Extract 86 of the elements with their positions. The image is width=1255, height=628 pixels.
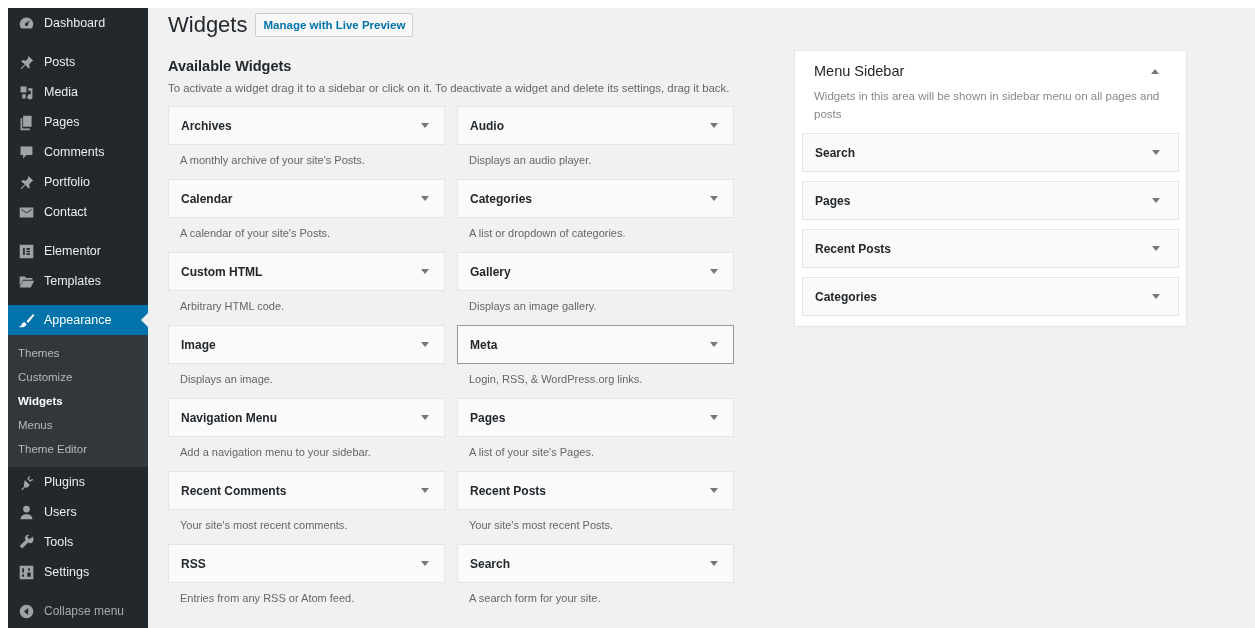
menu-item[interactable]: Elementor bbox=[8, 236, 148, 266]
widget-bar[interactable]: Image bbox=[168, 325, 445, 364]
widget-description: Displays an image. bbox=[179, 372, 274, 385]
widget-description: A list or dropdown of categories. bbox=[468, 226, 627, 239]
caret-icon[interactable] bbox=[710, 123, 718, 128]
menu-item[interactable]: Comments bbox=[8, 137, 148, 167]
widget-bar[interactable]: Recent Posts bbox=[802, 229, 1179, 268]
caret-icon[interactable] bbox=[1152, 150, 1160, 155]
menu-item[interactable]: Templates bbox=[8, 266, 148, 296]
caret-icon[interactable] bbox=[421, 342, 429, 347]
sidebar-description: Widgets in this area will be shown in sidebar menu on all pages and posts bbox=[814, 89, 1161, 122]
pin-icon bbox=[18, 173, 35, 191]
widget-bar[interactable]: Recent Comments bbox=[168, 471, 445, 510]
menu-item[interactable]: Tools bbox=[8, 527, 148, 557]
wrench-icon bbox=[18, 533, 35, 551]
caret-icon[interactable] bbox=[1152, 294, 1160, 299]
menu-item[interactable]: Media bbox=[8, 77, 148, 107]
widget-bar[interactable]: Categories bbox=[457, 179, 734, 218]
widget-description: Add a navigation menu to your sidebar. bbox=[179, 445, 372, 458]
collapse-menu-button[interactable]: Collapse menu bbox=[8, 596, 148, 626]
widget-bar[interactable]: RSS bbox=[168, 544, 445, 583]
submenu-item[interactable]: Customize bbox=[8, 365, 148, 389]
widget-bar[interactable]: Navigation Menu bbox=[168, 398, 445, 437]
widget-description: Displays an image gallery. bbox=[468, 299, 598, 312]
circle-arrow-icon bbox=[18, 602, 35, 620]
section-heading: Available Widgets bbox=[168, 58, 293, 74]
widget-description: Entries from any RSS or Atom feed. bbox=[179, 591, 356, 604]
submenu-item[interactable]: Widgets bbox=[8, 389, 148, 413]
widget-bar[interactable]: Search bbox=[457, 544, 734, 583]
menu-item[interactable]: Contact bbox=[8, 197, 148, 227]
caret-icon[interactable] bbox=[710, 269, 718, 274]
menu-pointer-icon bbox=[141, 313, 148, 327]
caret-icon[interactable] bbox=[710, 488, 718, 493]
settings-icon bbox=[18, 563, 35, 581]
menu-item[interactable]: Pages bbox=[8, 107, 148, 137]
person-icon bbox=[18, 503, 35, 521]
page-title: Widgets bbox=[168, 12, 248, 38]
widget-bar[interactable]: Pages bbox=[457, 398, 734, 437]
widget-bar[interactable]: Custom HTML bbox=[168, 252, 445, 291]
caret-icon[interactable] bbox=[421, 488, 429, 493]
widget-description: Your site's most recent comments. bbox=[179, 518, 349, 531]
caret-icon[interactable] bbox=[421, 196, 429, 201]
widget-bar[interactable]: Gallery bbox=[457, 252, 734, 291]
menu-item[interactable]: Plugins bbox=[8, 467, 148, 497]
caret-icon[interactable] bbox=[421, 269, 429, 274]
menu-item[interactable]: Appearance bbox=[8, 305, 148, 335]
caret-icon[interactable] bbox=[1152, 246, 1160, 251]
caret-icon[interactable] bbox=[421, 123, 429, 128]
menu-item[interactable]: Settings bbox=[8, 557, 148, 587]
sidebar-title: Menu Sidebar bbox=[814, 63, 905, 79]
pin-icon bbox=[18, 53, 35, 71]
caret-icon[interactable] bbox=[421, 561, 429, 566]
widget-bar[interactable]: Meta bbox=[457, 325, 734, 364]
caret-icon[interactable] bbox=[710, 415, 718, 420]
widget-bar[interactable]: Categories bbox=[802, 277, 1179, 316]
live-preview-button[interactable]: Manage with Live Preview bbox=[255, 13, 414, 37]
widget-bar[interactable]: Archives bbox=[168, 106, 445, 145]
widget-bar[interactable]: Calendar bbox=[168, 179, 445, 218]
widget-description: Your site's most recent Posts. bbox=[468, 518, 615, 531]
menu-item[interactable]: Portfolio bbox=[8, 167, 148, 197]
caret-icon[interactable] bbox=[710, 196, 718, 201]
widget-description: Displays an audio player. bbox=[468, 153, 593, 166]
menu-item[interactable]: Dashboard bbox=[8, 8, 148, 38]
caret-icon[interactable] bbox=[710, 342, 718, 347]
widget-bar[interactable]: Audio bbox=[457, 106, 734, 145]
widget-bar[interactable]: Pages bbox=[802, 181, 1179, 220]
menu-item[interactable]: Users bbox=[8, 497, 148, 527]
widget-description: A monthly archive of your site's Posts. bbox=[179, 153, 366, 166]
section-description: To activate a widget drag it to a sidebar or click on it. To deactivate a widget and delete its settings, drag it back. bbox=[168, 82, 731, 94]
caret-icon[interactable] bbox=[1152, 198, 1160, 203]
widget-description: Login, RSS, & WordPress.org links. bbox=[468, 372, 644, 385]
widget-description: A calendar of your site's Posts. bbox=[179, 226, 332, 239]
submenu-item[interactable]: Themes bbox=[8, 341, 148, 365]
widget-description: A list of your site's Pages. bbox=[468, 445, 595, 458]
caret-icon[interactable] bbox=[421, 415, 429, 420]
widget-description: Arbitrary HTML code. bbox=[179, 299, 286, 312]
paintbrush-icon bbox=[18, 311, 35, 329]
menu-item[interactable]: Posts bbox=[8, 47, 148, 77]
widget-bar[interactable]: Search bbox=[802, 133, 1179, 172]
widget-bar[interactable]: Recent Posts bbox=[457, 471, 734, 510]
submenu-item[interactable]: Menus bbox=[8, 413, 148, 437]
caret-icon[interactable] bbox=[1151, 68, 1159, 74]
submenu-item[interactable]: Theme Editor bbox=[8, 437, 148, 461]
pages-icon bbox=[18, 113, 35, 131]
widget-description: A search form for your site. bbox=[468, 591, 602, 604]
caret-icon[interactable] bbox=[710, 561, 718, 566]
